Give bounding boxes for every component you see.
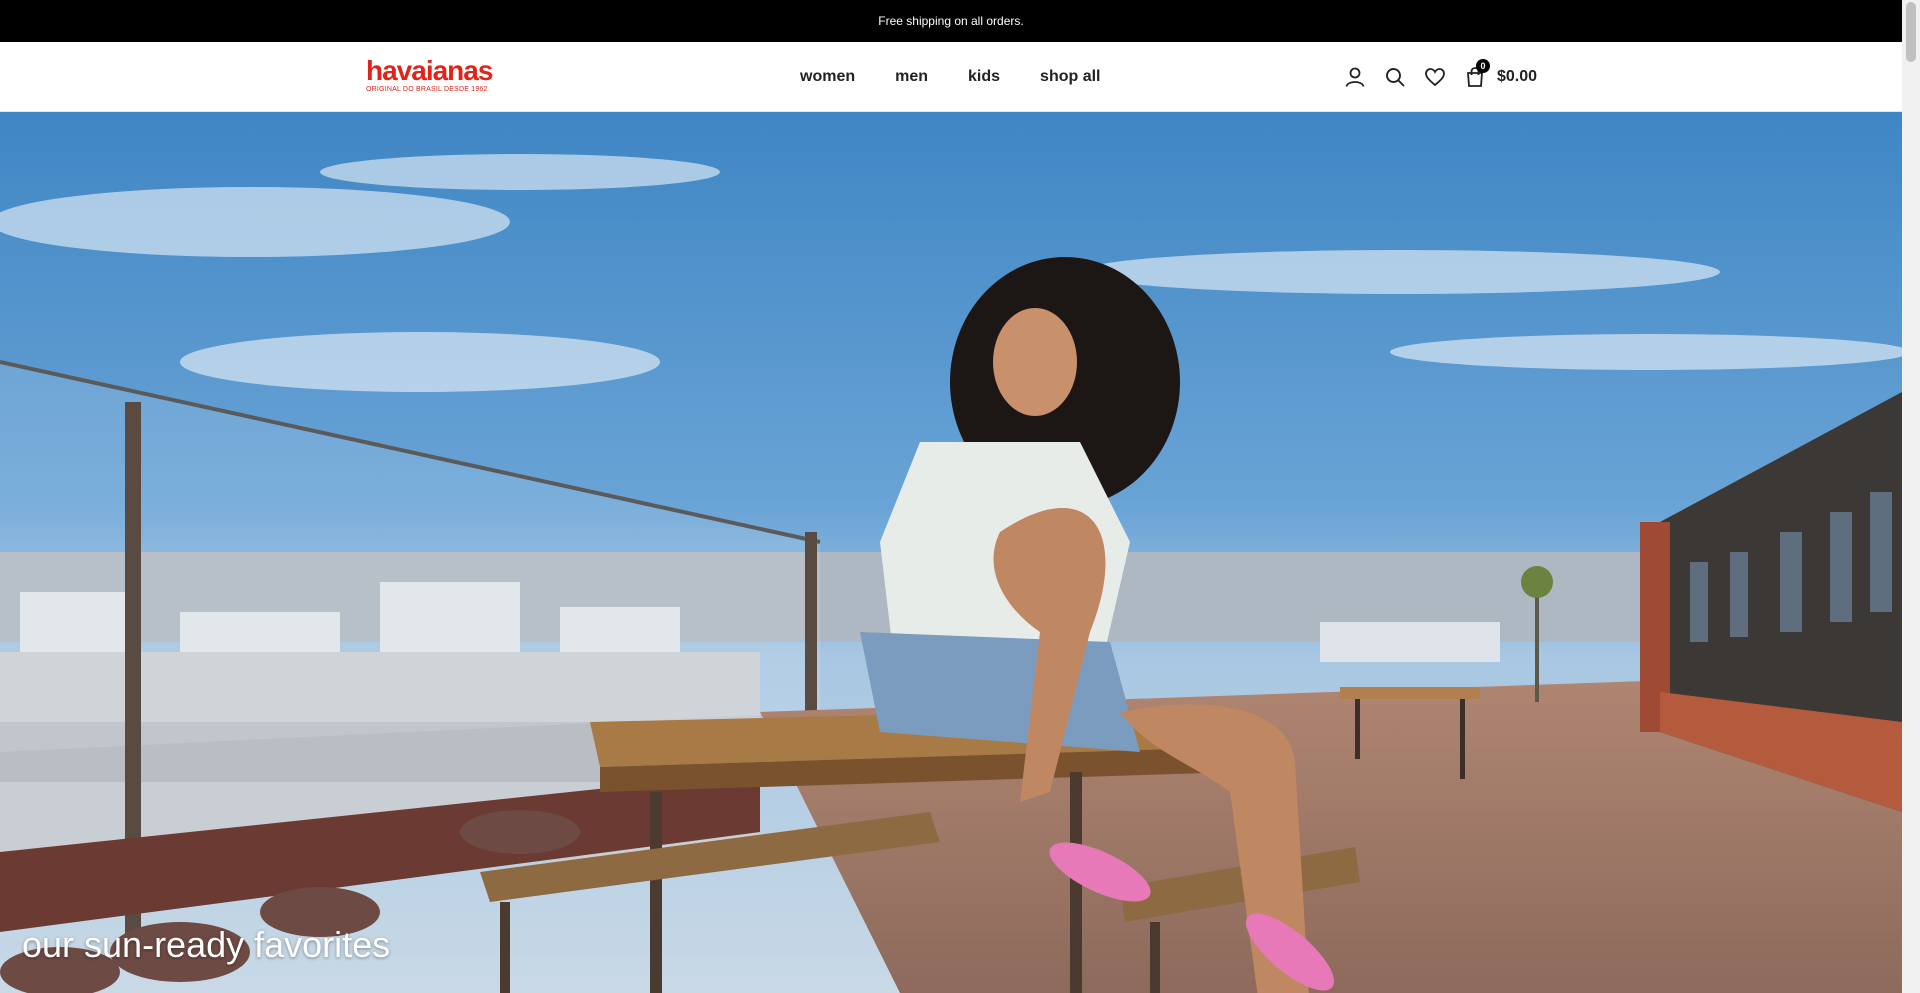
nav-item-women[interactable]: women (800, 68, 855, 86)
wishlist-heart-icon[interactable] (1424, 66, 1446, 88)
site-header: havaianas ORIGINAL DO BRASIL DESDE 1962 … (0, 42, 1902, 112)
nav-item-shop-all[interactable]: shop all (1040, 68, 1100, 86)
nav-item-men[interactable]: men (895, 68, 928, 86)
nav-item-kids[interactable]: kids (968, 68, 1000, 86)
cart-total: $0.00 (1497, 68, 1538, 85)
header-utilities: 0 $0.00 (1344, 42, 1537, 112)
cart-button[interactable]: 0 $0.00 (1464, 59, 1538, 88)
page-scrollbar[interactable] (1902, 0, 1920, 993)
announcement-bar: Free shipping on all orders. (0, 0, 1902, 42)
logo-wordmark: havaianas (366, 55, 493, 86)
hero-photo (0, 112, 1902, 993)
hero-banner[interactable]: our sun-ready favorites (0, 112, 1902, 993)
announcement-text: Free shipping on all orders. (878, 14, 1024, 28)
main-nav: women men kids shop all (800, 42, 1141, 112)
logo-tagline: ORIGINAL DO BRASIL DESDE 1962 (366, 86, 488, 93)
hero-caption[interactable]: our sun-ready favorites (22, 924, 390, 966)
page: Free shipping on all orders. havaianas O… (0, 0, 1902, 993)
account-icon[interactable] (1344, 66, 1366, 88)
search-icon[interactable] (1384, 66, 1406, 88)
cart-count-badge: 0 (1476, 59, 1490, 73)
havaianas-logo[interactable]: havaianas ORIGINAL DO BRASIL DESDE 1962 (366, 55, 493, 97)
scrollbar-thumb[interactable] (1906, 2, 1916, 62)
